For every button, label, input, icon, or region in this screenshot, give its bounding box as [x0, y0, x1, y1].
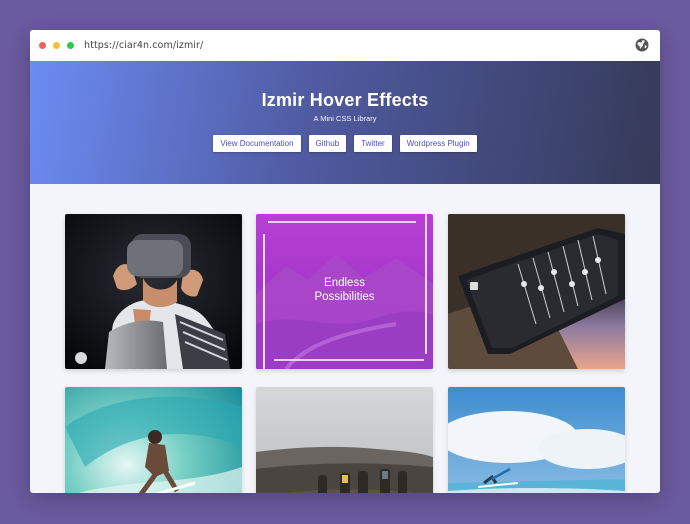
page-subtitle: A Mini CSS Library [313, 114, 377, 123]
browser-window: https://ciar4n.com/izmir/ Izmir Hover Ef… [30, 30, 660, 493]
vr-headset-photo [65, 214, 242, 369]
address-bar[interactable]: https://ciar4n.com/izmir/ [84, 40, 203, 51]
gallery-card-vr[interactable] [65, 214, 242, 369]
close-window-icon[interactable] [39, 42, 46, 49]
browser-titlebar: https://ciar4n.com/izmir/ [30, 30, 660, 61]
endless-possibilities-caption: Endless Possibilities [314, 277, 375, 303]
github-button[interactable]: Github [308, 135, 347, 152]
minimize-window-icon[interactable] [53, 42, 60, 49]
page-title: Izmir Hover Effects [261, 90, 429, 110]
twitter-button[interactable]: Twitter [354, 135, 392, 152]
surfer-beach-photo [448, 387, 625, 493]
view-documentation-button[interactable]: View Documentation [213, 135, 301, 152]
gallery-card-surfer-beach[interactable] [448, 387, 625, 493]
gallery-card-surfer-wave[interactable] [65, 387, 242, 493]
hero-banner: Izmir Hover Effects A Mini CSS Library V… [30, 61, 660, 184]
hikers-photo [256, 387, 433, 493]
gallery-card-hikers[interactable] [256, 387, 433, 493]
surfer-wave-photo [65, 387, 242, 493]
globe-icon[interactable] [635, 38, 649, 52]
maximize-window-icon[interactable] [67, 42, 74, 49]
mixing-console-photo [448, 214, 625, 369]
wordpress-plugin-button[interactable]: Wordpress Plugin [399, 135, 477, 152]
hero-button-row: View Documentation Github Twitter Wordpr… [30, 135, 660, 152]
gallery-card-endless-possibilities[interactable]: Endless Possibilities [256, 214, 433, 369]
gallery-card-console[interactable] [448, 214, 625, 369]
